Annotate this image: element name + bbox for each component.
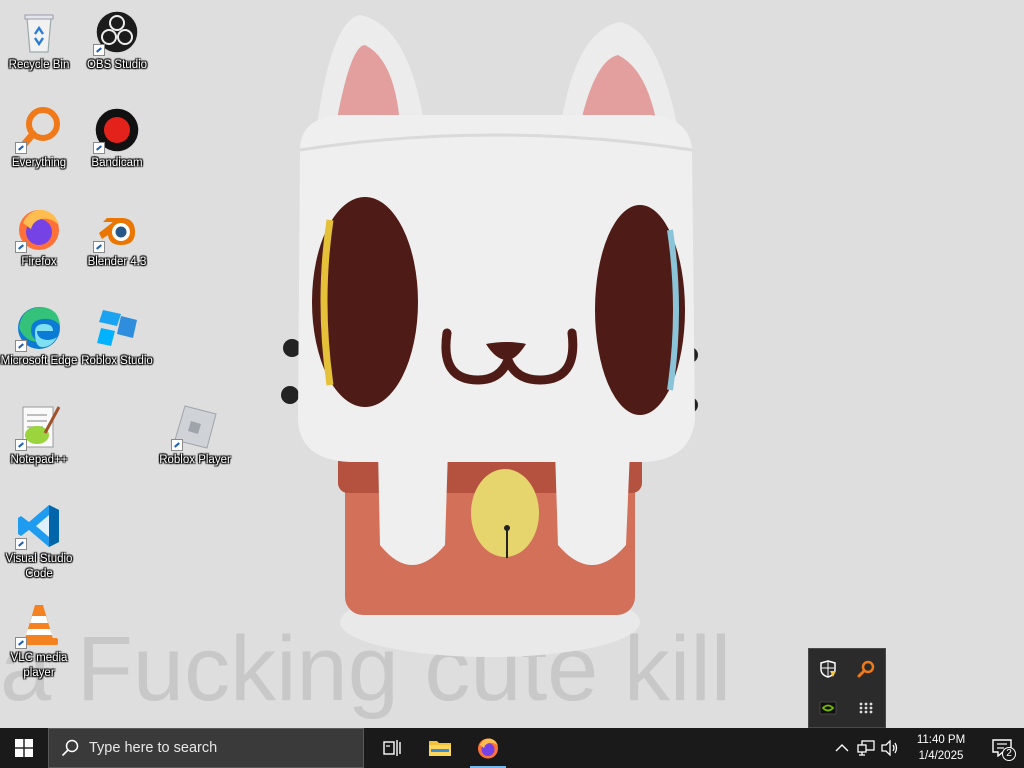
desktop-icon-label: VLC media player [10,652,68,679]
shortcut-arrow-icon [15,241,27,253]
firefox-taskbar-button[interactable] [464,728,512,768]
firefox-icon [478,738,498,759]
shortcut-arrow-icon [15,538,27,550]
notification-count-badge: 2 [1002,747,1016,761]
clock-date: 1/4/2025 [918,750,964,762]
desktop-icon-blender[interactable]: Blender 4.3 [78,205,156,270]
desktop-icon-notepad-plus-plus[interactable]: Notepad++ [0,403,78,468]
nvidia-icon [819,701,837,714]
system-tray: 11:40 PM 1/4/2025 2 [830,728,1024,768]
taskbar-search-box[interactable]: Type here to search [48,728,364,768]
show-hidden-icons-button[interactable] [830,728,854,768]
windows-logo-icon [15,739,33,757]
action-center-button[interactable]: 2 [980,728,1024,768]
volume-button[interactable] [878,728,902,768]
search-icon [61,739,79,757]
tray-overflow-item[interactable] [812,692,844,724]
desktop-icon-label: Blender 4.3 [87,256,147,268]
desktop-icon-label: Roblox Player [159,454,231,466]
task-view-icon [383,740,401,756]
shortcut-arrow-icon [15,637,27,649]
shortcut-arrow-icon [93,241,105,253]
windows-security-warning-icon [820,659,836,678]
clock-time: 11:40 PM [916,734,966,746]
desktop-icon-label: Bandicam [91,157,143,169]
desktop-icon-bandicam[interactable]: Bandicam [78,106,156,171]
network-button[interactable] [854,728,878,768]
chevron-up-icon [835,744,849,752]
desktop-icon-microsoft-edge[interactable]: Microsoft Edge [0,304,78,369]
desktop-icon-everything[interactable]: Everything [0,106,78,171]
desktop-icon-label: Notepad++ [10,454,68,466]
desktop-icon-roblox-studio[interactable]: Roblox Studio [78,304,156,369]
volume-icon [881,740,898,756]
roblox-studio-icon [97,310,137,346]
tray-overflow-item[interactable] [850,653,882,685]
shortcut-arrow-icon [15,439,27,451]
file-explorer-button[interactable] [416,728,464,768]
desktop-icon-label: Recycle Bin [8,59,70,71]
task-view-button[interactable] [368,728,416,768]
taskbar: Type here to search 11:40 PM 1/4/2025 2 [0,728,1024,768]
recycle-bin-icon [24,14,54,53]
search-placeholder: Type here to search [89,740,218,756]
desktop-icon-recycle-bin[interactable]: Recycle Bin [0,8,78,73]
app-grid-icon [859,702,873,713]
desktop-icon-firefox[interactable]: Firefox [0,205,78,270]
tray-overflow-item[interactable] [850,692,882,724]
tray-overflow-item[interactable] [812,653,844,685]
desktop-icon-roblox-player[interactable]: Roblox Player [156,403,234,468]
desktop-icon-obs-studio[interactable]: OBS Studio [78,8,156,73]
desktop-icon-vscode[interactable]: Visual Studio Code [0,502,78,582]
shortcut-arrow-icon [15,142,27,154]
shortcut-arrow-icon [171,439,183,451]
shortcut-arrow-icon [93,142,105,154]
desktop-icon-label: Everything [11,157,67,169]
desktop-icon-label: Roblox Studio [81,355,153,367]
folder-icon [429,741,451,756]
desktop-icon-label: Visual Studio Code [5,553,73,580]
desktop-icon-label: Microsoft Edge [0,355,78,367]
desktop-icon-label: OBS Studio [86,59,148,71]
desktop-icon-label: Firefox [21,256,57,268]
network-icon [857,740,875,756]
desktop-icon-vlc[interactable]: VLC media player [0,601,78,681]
shortcut-arrow-icon [93,44,105,56]
shortcut-arrow-icon [15,340,27,352]
taskbar-clock[interactable]: 11:40 PM 1/4/2025 [902,728,980,768]
everything-search-icon [857,660,875,677]
start-button[interactable] [0,728,48,768]
tray-overflow-flyout [808,648,886,728]
